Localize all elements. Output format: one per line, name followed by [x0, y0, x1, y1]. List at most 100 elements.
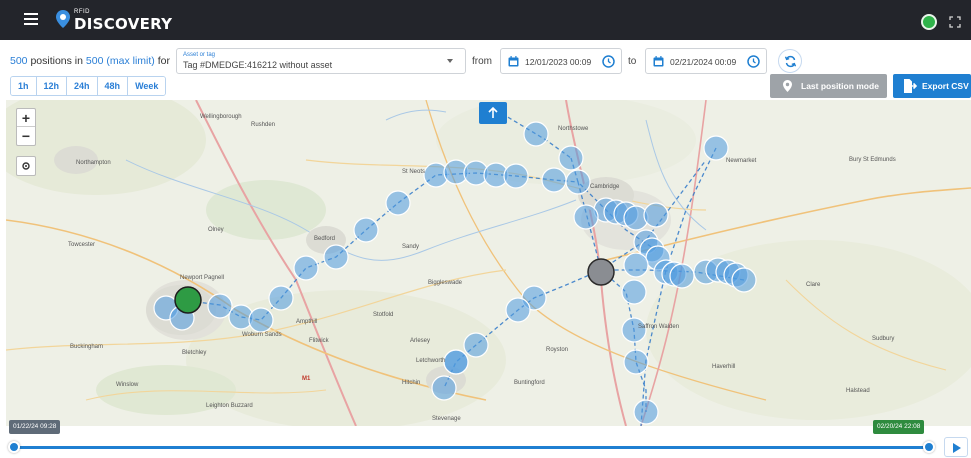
locate-button[interactable]: [16, 156, 36, 176]
export-csv-button[interactable]: Export CSV: [893, 74, 971, 98]
position-marker[interactable]: [541, 167, 567, 193]
from-label: from: [472, 56, 492, 67]
position-marker[interactable]: [207, 293, 233, 319]
clock-icon[interactable]: [602, 55, 615, 68]
place-label: Haverhill: [712, 364, 736, 370]
connection-status-icon[interactable]: [921, 14, 937, 30]
range-12h-button[interactable]: 12h: [36, 77, 68, 95]
position-marker[interactable]: [558, 145, 584, 171]
map-view[interactable]: Wellingborough Rushden Northampton St Ne…: [6, 100, 971, 426]
place-label: St Neots: [402, 169, 426, 175]
position-marker[interactable]: [248, 307, 274, 333]
app-logo: RFID DISCOVERY: [56, 6, 172, 36]
to-label: to: [628, 56, 637, 67]
place-label: Wellingborough: [200, 114, 242, 120]
place-label: Towcester: [68, 242, 96, 248]
refresh-icon: [784, 55, 797, 68]
position-marker[interactable]: [623, 349, 649, 375]
timeline-end-handle[interactable]: [923, 441, 935, 453]
asset-or-tag-select[interactable]: Asset or tag Tag #DMEDGE:416212 without …: [176, 48, 466, 74]
clock-icon[interactable]: [747, 55, 760, 68]
position-marker[interactable]: [503, 163, 529, 189]
place-label: Winslow: [116, 382, 139, 388]
position-marker[interactable]: [268, 285, 294, 311]
timeline-start-label: 01/22/24 09:28: [9, 420, 61, 434]
play-button[interactable]: [944, 437, 968, 457]
place-label: Olney: [208, 227, 224, 233]
position-marker[interactable]: [573, 204, 599, 230]
position-marker[interactable]: [443, 349, 469, 375]
export-csv-label: Export CSV: [922, 81, 969, 91]
calendar-icon: [508, 56, 519, 67]
place-label: Woburn Sands: [242, 332, 282, 338]
position-marker[interactable]: [633, 399, 659, 425]
positions-count-text: 500 positions in 500 (max limit) for: [10, 55, 170, 67]
map-canvas: [6, 100, 971, 426]
timeline-slider-track[interactable]: [14, 446, 929, 449]
position-marker[interactable]: [565, 169, 591, 195]
place-label: Hitchin: [402, 380, 421, 386]
last-position-mode-label: Last position mode: [801, 81, 879, 91]
place-label: Sudbury: [872, 336, 895, 342]
arrow-up-icon: [488, 107, 498, 118]
place-label: Leighton Buzzard: [206, 403, 253, 409]
place-label: Clare: [806, 282, 821, 288]
position-marker[interactable]: [431, 375, 457, 401]
place-label: Ampthill: [296, 319, 318, 325]
position-marker[interactable]: [623, 252, 649, 278]
place-label: Bedford: [314, 236, 336, 242]
refresh-button[interactable]: [778, 49, 802, 73]
place-label: Saffron Walden: [638, 324, 680, 330]
place-label: Northstowe: [558, 126, 589, 132]
logo-title: DISCOVERY: [74, 15, 173, 33]
location-pin-logo-icon: [56, 10, 70, 28]
asset-field-label: Asset or tag: [183, 52, 216, 58]
last-position-mode-button[interactable]: Last position mode: [770, 74, 887, 98]
place-label: Buckingham: [70, 344, 104, 350]
position-marker[interactable]: [323, 244, 349, 270]
position-marker[interactable]: [293, 255, 319, 281]
position-marker[interactable]: [703, 135, 729, 161]
positions-count: 500: [10, 55, 28, 67]
export-file-icon: [904, 79, 917, 93]
start-position-marker[interactable]: [174, 286, 202, 314]
place-label: Stotfold: [373, 312, 394, 318]
position-marker[interactable]: [669, 263, 695, 289]
for-text: for: [154, 55, 170, 67]
north-arrow-button[interactable]: [479, 102, 507, 124]
fullscreen-icon[interactable]: [949, 15, 961, 28]
place-label: Letchworth: [416, 358, 446, 364]
zoom-in-button[interactable]: +: [17, 109, 35, 127]
road-label: M1: [302, 376, 311, 382]
to-date-field[interactable]: 02/21/2024 00:09: [645, 48, 767, 74]
max-limit-label: (max limit): [106, 55, 155, 67]
place-label: Bletchley: [182, 350, 207, 356]
timeline-end-label: 02/20/24 22:08: [873, 420, 925, 434]
range-1h-button[interactable]: 1h: [11, 77, 37, 95]
positions-in-text: positions in: [27, 55, 86, 67]
hamburger-menu-icon[interactable]: [24, 13, 38, 25]
place-label: Bury St Edmunds: [849, 157, 896, 163]
range-week-button[interactable]: Week: [128, 77, 166, 95]
from-date-field[interactable]: 12/01/2023 00:09: [500, 48, 622, 74]
position-marker[interactable]: [643, 202, 669, 228]
position-marker[interactable]: [463, 332, 489, 358]
range-24h-button[interactable]: 24h: [67, 77, 98, 95]
place-label: Sandy: [402, 244, 420, 250]
time-range-buttons: 1h 12h 24h 48h Week: [10, 76, 167, 96]
zoom-out-button[interactable]: −: [17, 127, 35, 145]
position-marker[interactable]: [353, 217, 379, 243]
locate-icon: [22, 162, 30, 170]
position-marker[interactable]: [523, 121, 549, 147]
map-terrain: [6, 100, 971, 426]
play-icon: [953, 443, 961, 453]
position-marker[interactable]: [621, 279, 647, 305]
current-position-marker[interactable]: [587, 258, 615, 286]
timeline-start-handle[interactable]: [8, 441, 20, 453]
position-marker[interactable]: [731, 267, 757, 293]
position-marker[interactable]: [385, 190, 411, 216]
range-48h-button[interactable]: 48h: [97, 77, 129, 95]
position-marker[interactable]: [505, 297, 531, 323]
place-label: Cambridge: [590, 184, 620, 190]
position-marker[interactable]: [621, 317, 647, 343]
